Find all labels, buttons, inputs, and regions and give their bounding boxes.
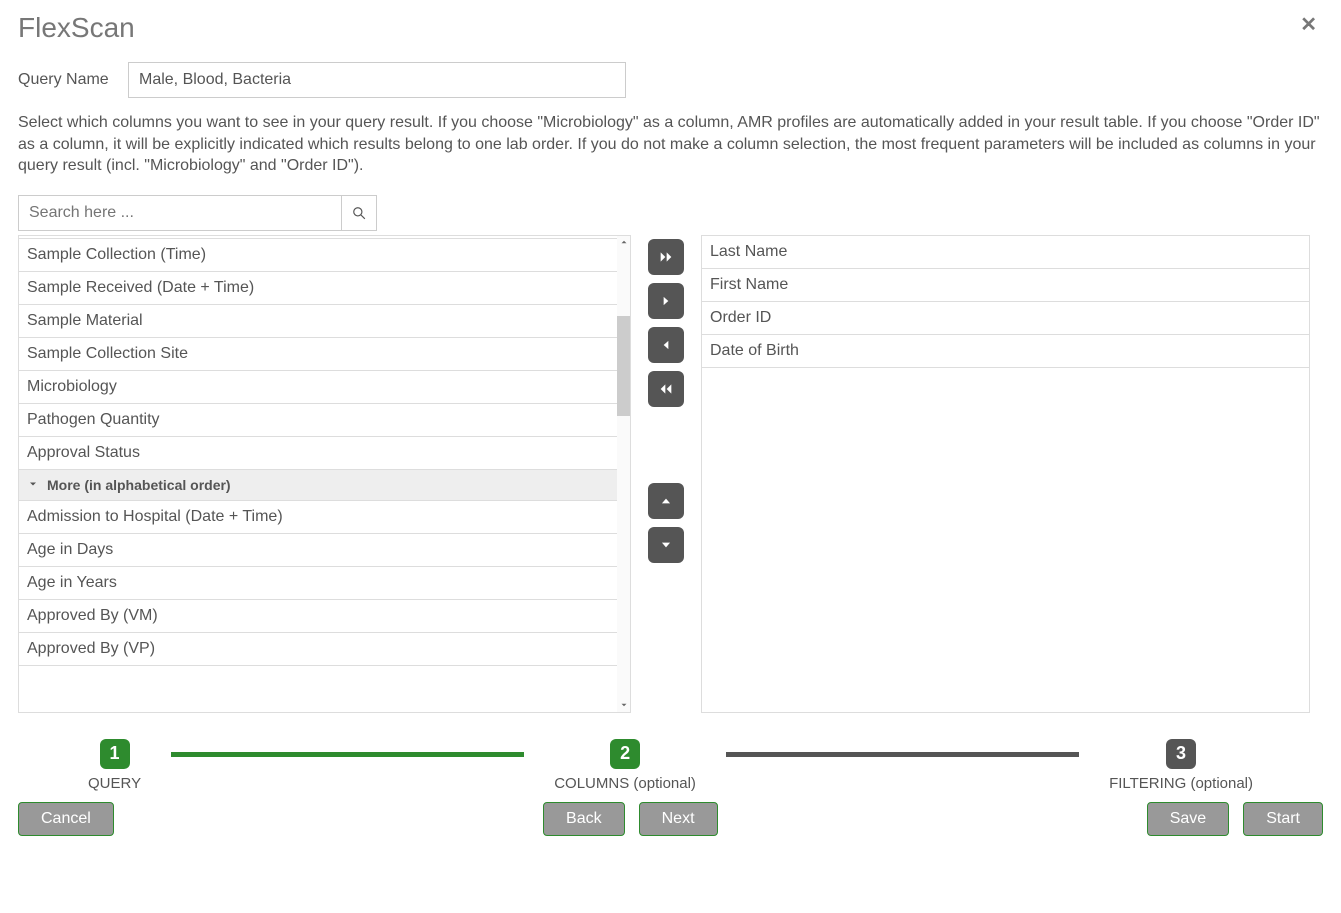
move-up-button[interactable]	[648, 483, 684, 519]
step-connector	[171, 752, 524, 757]
step-query[interactable]: 1 QUERY	[88, 739, 141, 792]
list-item[interactable]: Approved By (VP)	[19, 633, 617, 666]
list-item[interactable]: Approved By (VM)	[19, 600, 617, 633]
step-label: FILTERING (optional)	[1109, 775, 1253, 792]
query-name-label: Query Name	[18, 71, 128, 89]
back-button[interactable]: Back	[543, 802, 625, 836]
list-item[interactable]: Last Name	[702, 236, 1309, 269]
list-item[interactable]: First Name	[702, 269, 1309, 302]
chevron-down-icon	[27, 477, 39, 493]
list-item[interactable]: Sample Collection (Time)	[19, 239, 617, 272]
dialog-title: FlexScan	[18, 12, 135, 44]
search-button[interactable]	[341, 195, 377, 231]
chevron-left-icon	[659, 338, 673, 352]
list-item[interactable]: Order ID	[702, 302, 1309, 335]
more-section-header[interactable]: More (in alphabetical order)	[19, 470, 617, 501]
add-button[interactable]	[648, 283, 684, 319]
close-icon[interactable]: ✕	[1294, 12, 1323, 37]
list-item[interactable]: Age in Years	[19, 567, 617, 600]
list-item[interactable]: Pathogen Quantity	[19, 404, 617, 437]
remove-all-button[interactable]	[648, 371, 684, 407]
step-badge: 2	[610, 739, 640, 769]
search-input[interactable]	[18, 195, 341, 231]
scrollbar[interactable]	[617, 236, 630, 712]
chevron-right-icon	[659, 294, 673, 308]
double-chevron-right-icon	[658, 249, 674, 265]
step-filtering[interactable]: 3 FILTERING (optional)	[1109, 739, 1253, 792]
list-item[interactable]: Date of Birth	[702, 335, 1309, 368]
step-badge: 3	[1166, 739, 1196, 769]
more-section-label: More (in alphabetical order)	[47, 477, 231, 493]
scrollbar-thumb[interactable]	[617, 316, 630, 416]
list-item[interactable]: Microbiology	[19, 371, 617, 404]
step-label: QUERY	[88, 775, 141, 792]
list-item[interactable]: Admission to Hospital (Date + Time)	[19, 501, 617, 534]
list-item[interactable]: Age in Days	[19, 534, 617, 567]
list-item[interactable]: Approval Status	[19, 437, 617, 470]
scroll-down-icon[interactable]	[617, 699, 630, 712]
step-columns[interactable]: 2 COLUMNS (optional)	[554, 739, 696, 792]
step-badge: 1	[100, 739, 130, 769]
query-name-input[interactable]	[128, 62, 626, 98]
wizard-stepper: 1 QUERY 2 COLUMNS (optional) 3 FILTERING…	[18, 739, 1323, 792]
cancel-button[interactable]: Cancel	[18, 802, 114, 836]
list-item[interactable]: Sample Collection Site	[19, 338, 617, 371]
list-item[interactable]: Sample Received (Date + Time)	[19, 272, 617, 305]
start-button[interactable]: Start	[1243, 802, 1323, 836]
save-button[interactable]: Save	[1147, 802, 1229, 836]
selected-columns-panel: Last Name First Name Order ID Date of Bi…	[701, 235, 1310, 713]
search-icon	[352, 206, 366, 220]
triangle-up-icon	[659, 494, 673, 508]
add-all-button[interactable]	[648, 239, 684, 275]
next-button[interactable]: Next	[639, 802, 718, 836]
double-chevron-left-icon	[658, 381, 674, 397]
description-text: Select which columns you want to see in …	[18, 112, 1323, 177]
step-label: COLUMNS (optional)	[554, 775, 696, 792]
move-down-button[interactable]	[648, 527, 684, 563]
list-item[interactable]: Sample Material	[19, 305, 617, 338]
scroll-up-icon[interactable]	[617, 236, 630, 249]
triangle-down-icon	[659, 538, 673, 552]
remove-button[interactable]	[648, 327, 684, 363]
step-connector	[726, 752, 1079, 757]
available-columns-panel: Sample Collection (Date) Sample Collecti…	[18, 235, 631, 713]
